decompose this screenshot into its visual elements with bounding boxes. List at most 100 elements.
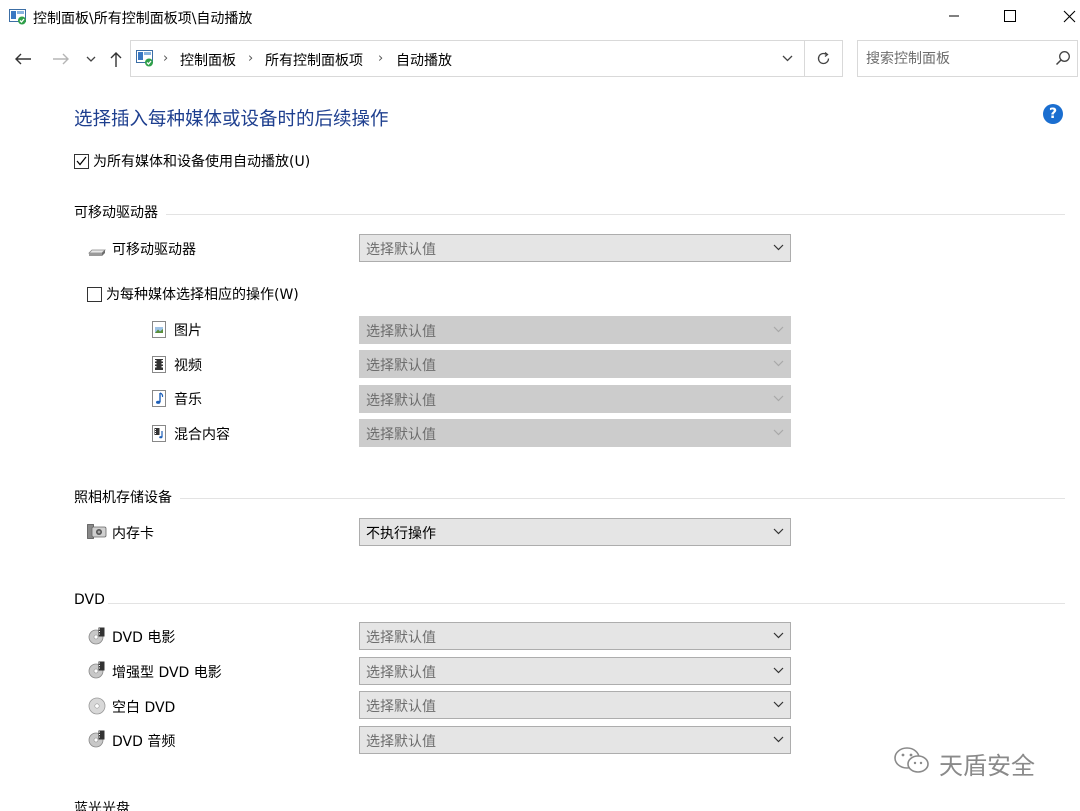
enhanced-dvd-select[interactable]: 选择默认值 xyxy=(359,657,791,685)
memory-card-select[interactable]: 不执行操作 xyxy=(359,518,791,546)
minimize-icon xyxy=(949,15,959,17)
music-select[interactable]: 选择默认值 xyxy=(359,385,791,413)
chevron-down-icon xyxy=(773,244,784,251)
section-divider xyxy=(166,214,1065,215)
dvd-item-label: DVD 电影 xyxy=(112,630,176,646)
arrow-right-icon xyxy=(53,53,69,65)
select-value: 选择默认值 xyxy=(366,242,436,258)
arrow-up-icon xyxy=(110,51,122,67)
forward-button[interactable] xyxy=(48,46,74,72)
select-value: 选择默认值 xyxy=(366,427,436,443)
video-select[interactable]: 选择默认值 xyxy=(359,350,791,378)
chevron-down-icon xyxy=(86,56,96,62)
chevron-right-icon[interactable]: › xyxy=(163,51,168,66)
control-panel-icon xyxy=(136,50,154,67)
maximize-button[interactable] xyxy=(983,0,1037,32)
section-title-removable: 可移动驱动器 xyxy=(74,205,158,221)
search-input[interactable] xyxy=(866,48,1046,70)
chevron-down-icon xyxy=(782,55,792,62)
section-title-camera: 照相机存储设备 xyxy=(74,490,172,506)
chevron-down-icon xyxy=(773,528,784,535)
media-label-music: 音乐 xyxy=(174,392,202,408)
dvd-movie-icon xyxy=(88,627,106,645)
dvd-movie-select[interactable]: 选择默认值 xyxy=(359,622,791,650)
watermark: 天盾安全 xyxy=(893,745,1035,781)
chevron-right-icon[interactable]: › xyxy=(248,51,253,66)
per-media-checkbox[interactable]: 为每种媒体选择相应的操作(W) xyxy=(87,284,299,304)
music-icon xyxy=(151,390,169,408)
help-icon[interactable]: ? xyxy=(1043,104,1063,124)
memory-card-icon xyxy=(87,523,107,541)
blank-dvd-select[interactable]: 选择默认值 xyxy=(359,691,791,719)
minimize-button[interactable] xyxy=(927,0,981,32)
breadcrumb-autoplay[interactable]: 自动播放 xyxy=(396,50,452,70)
chevron-right-icon[interactable]: › xyxy=(378,51,383,66)
use-autoplay-checkbox[interactable]: 为所有媒体和设备使用自动播放(U) xyxy=(74,151,310,171)
chevron-down-icon xyxy=(773,360,784,367)
section-title-bluray: 蓝光光盘 xyxy=(74,801,130,811)
use-autoplay-label: 为所有媒体和设备使用自动播放(U) xyxy=(93,154,311,170)
search-box[interactable] xyxy=(857,40,1078,77)
navigation-bar: › 控制面板 › 所有控制面板项 › 自动播放 xyxy=(0,38,1080,80)
dvd-item-label: 空白 DVD xyxy=(112,700,176,716)
select-value: 选择默认值 xyxy=(366,699,436,715)
checkbox[interactable] xyxy=(87,286,102,302)
wechat-icon xyxy=(893,745,931,781)
removable-drive-select[interactable]: 选择默认值 xyxy=(359,234,791,262)
address-history-button[interactable] xyxy=(772,41,802,76)
mixed-content-select[interactable]: 选择默认值 xyxy=(359,419,791,447)
per-media-label: 为每种媒体选择相应的操作(W) xyxy=(106,287,299,303)
chevron-down-icon xyxy=(773,736,784,743)
back-button[interactable] xyxy=(10,46,36,72)
media-label-mixed: 混合内容 xyxy=(174,427,230,443)
up-button[interactable] xyxy=(104,46,128,72)
select-value: 选择默认值 xyxy=(366,393,436,409)
chevron-down-icon xyxy=(773,701,784,708)
removable-drive-label: 可移动驱动器 xyxy=(112,242,196,258)
watermark-text: 天盾安全 xyxy=(939,751,1035,780)
checkmark-icon xyxy=(76,156,87,166)
address-bar[interactable]: › 控制面板 › 所有控制面板项 › 自动播放 xyxy=(130,40,843,77)
section-title-dvd: DVD xyxy=(74,592,105,608)
memory-card-label: 内存卡 xyxy=(112,526,154,542)
select-value: 选择默认值 xyxy=(366,324,436,340)
breadcrumb-control-panel[interactable]: 控制面板 xyxy=(180,50,236,70)
title-bar: 控制面板\所有控制面板项\自动播放 xyxy=(0,0,1080,34)
media-label-video: 视频 xyxy=(174,358,202,374)
recent-locations-button[interactable] xyxy=(82,46,100,72)
section-divider xyxy=(108,603,1065,604)
chevron-down-icon xyxy=(773,429,784,436)
close-icon xyxy=(1063,10,1075,22)
section-divider xyxy=(180,498,1065,499)
maximize-icon xyxy=(1004,10,1016,22)
chevron-down-icon xyxy=(773,667,784,674)
chevron-down-icon xyxy=(773,326,784,333)
mixed-content-icon xyxy=(151,425,169,443)
picture-icon xyxy=(151,321,169,339)
checkbox[interactable] xyxy=(74,153,89,169)
dvd-item-label: 增强型 DVD 电影 xyxy=(112,665,222,681)
removable-drive-icon xyxy=(88,241,106,259)
select-value: 选择默认值 xyxy=(366,734,436,750)
dvd-audio-icon xyxy=(88,730,106,748)
video-icon xyxy=(151,356,169,374)
chevron-down-icon xyxy=(773,632,784,639)
control-panel-icon xyxy=(9,9,27,25)
enhanced-dvd-icon xyxy=(88,661,106,679)
select-value: 不执行操作 xyxy=(366,526,436,542)
window-title: 控制面板\所有控制面板项\自动播放 xyxy=(33,11,253,27)
page-heading: 选择插入每种媒体或设备时的后续操作 xyxy=(74,109,389,130)
dvd-item-label: DVD 音频 xyxy=(112,734,176,750)
search-icon[interactable] xyxy=(1055,50,1071,70)
picture-select[interactable]: 选择默认值 xyxy=(359,316,791,344)
select-value: 选择默认值 xyxy=(366,358,436,374)
refresh-button[interactable] xyxy=(804,41,842,76)
breadcrumb-all-items[interactable]: 所有控制面板项 xyxy=(265,50,363,70)
chevron-down-icon xyxy=(773,395,784,402)
dvd-audio-select[interactable]: 选择默认值 xyxy=(359,726,791,754)
select-value: 选择默认值 xyxy=(366,665,436,681)
refresh-icon xyxy=(817,51,830,65)
arrow-left-icon xyxy=(15,53,31,65)
blank-dvd-icon xyxy=(88,697,106,715)
close-button[interactable] xyxy=(1042,0,1080,32)
